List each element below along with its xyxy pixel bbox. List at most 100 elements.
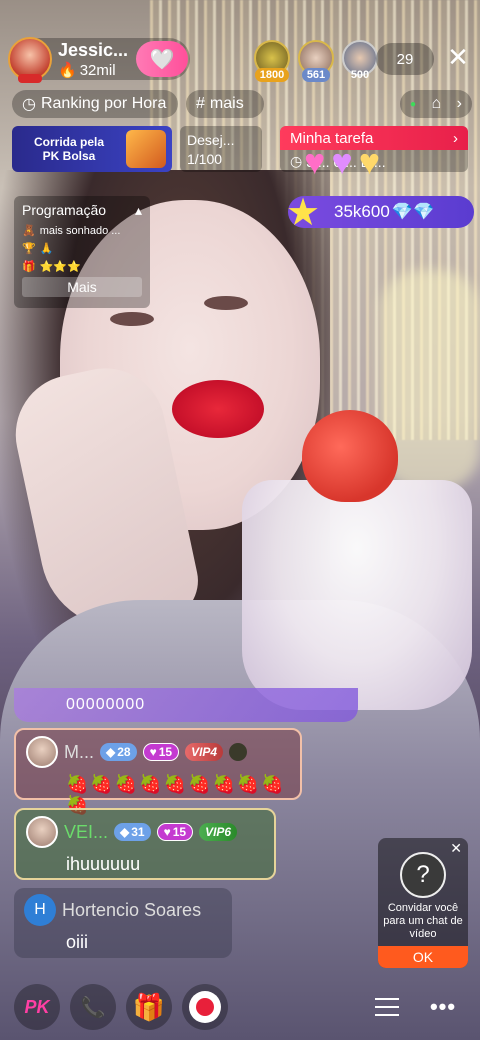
chat-username[interactable]: VEI... bbox=[64, 822, 108, 843]
hashtag-icon: # bbox=[196, 95, 205, 112]
chat-message[interactable]: H Hortencio Soares oiii bbox=[14, 888, 232, 958]
menu-icon bbox=[375, 998, 399, 1016]
vip-badge: VIP6 bbox=[199, 823, 238, 841]
home-button[interactable]: ● ⌂ › bbox=[400, 90, 472, 118]
avatar[interactable] bbox=[26, 736, 58, 768]
chat-message[interactable]: M... ◆ 28 ♥ 15 VIP4 🍓🍓🍓🍓🍓🍓🍓🍓🍓🍓 bbox=[14, 728, 302, 815]
invite-ok-button[interactable]: OK bbox=[378, 946, 468, 968]
typing-indicator: 00000000 bbox=[14, 688, 358, 722]
chat-message-header: VEI... ◆ 31 ♥ 15 VIP6 bbox=[26, 816, 264, 848]
wish-title: Desej... bbox=[187, 132, 235, 148]
video-chat-invite: ✕ ? Convidar você para um chat de vídeo … bbox=[378, 838, 468, 968]
record-icon bbox=[189, 991, 221, 1023]
yellow-heart-icon: ♥ bbox=[358, 141, 381, 182]
schedule-header[interactable]: Programação ▴ bbox=[22, 202, 142, 219]
streamer-eye-right bbox=[204, 296, 248, 310]
chevron-right-icon: › bbox=[456, 95, 462, 112]
heart-reactions: ♥ ♥ ♥ bbox=[304, 144, 380, 180]
vip-badge: VIP4 bbox=[185, 743, 224, 761]
schedule-title: Programação bbox=[22, 202, 107, 218]
fan-level-value: 15 bbox=[158, 745, 173, 759]
chat-message[interactable]: VEI... ◆ 31 ♥ 15 VIP6 ihuuuuuu bbox=[14, 808, 276, 880]
pk-icon: PK bbox=[24, 996, 50, 1017]
record-button[interactable] bbox=[182, 984, 228, 1030]
purple-heart-icon: ♥ bbox=[331, 141, 353, 182]
host-fans: 🔥 32mil bbox=[58, 63, 128, 78]
gift-icon: 🎁 bbox=[22, 261, 36, 273]
pk-race-banner[interactable]: Corrida pela PK Bolsa bbox=[12, 126, 172, 172]
stars-icon: ⭐⭐⭐ bbox=[39, 261, 81, 273]
flame-icon: 🔥 bbox=[58, 61, 77, 79]
close-icon[interactable]: ✕ bbox=[444, 44, 472, 72]
host-card[interactable]: Jessic... 🔥 32mil 🤍 bbox=[8, 37, 190, 83]
schedule-row: 🎁 ⭐⭐⭐ bbox=[22, 260, 142, 273]
top-viewers: 1800 561 500 bbox=[252, 40, 380, 82]
pk-bag-icon bbox=[126, 130, 166, 168]
tags-button[interactable]: # mais bbox=[186, 90, 264, 118]
pink-heart-icon: ♥ bbox=[304, 141, 326, 182]
more-icon: ••• bbox=[429, 994, 457, 1019]
host-fans-count: 32mil bbox=[79, 61, 116, 79]
chat-message-header: M... ◆ 28 ♥ 15 VIP4 bbox=[26, 736, 290, 768]
caret-up-icon: ▴ bbox=[134, 202, 142, 218]
schedule-row: 🏆 🙏 bbox=[22, 242, 142, 255]
more-button[interactable]: ••• bbox=[420, 984, 466, 1030]
follow-button[interactable]: 🤍 bbox=[136, 41, 188, 77]
viewer-avatar[interactable]: 561 bbox=[296, 40, 336, 82]
chat-message-header: H Hortencio Soares bbox=[24, 894, 222, 926]
strawberry bbox=[302, 410, 398, 502]
schedule-more-button[interactable]: Mais bbox=[22, 277, 142, 297]
clock-icon: ◷ bbox=[22, 96, 36, 113]
level-badge: ◆ 31 bbox=[114, 823, 151, 841]
teddy-icon: 🧸 bbox=[22, 225, 36, 237]
schedule-row: 🧸 mais sonhado ... bbox=[22, 224, 142, 238]
tags-label: mais bbox=[209, 95, 244, 112]
trophy-icon: 🏆 bbox=[22, 243, 36, 255]
level-value: 31 bbox=[131, 825, 145, 839]
chevron-right-icon: › bbox=[453, 129, 458, 147]
video-call-button[interactable]: 📞 bbox=[70, 984, 116, 1030]
ranking-button[interactable]: ◷ Ranking por Hora bbox=[12, 90, 178, 118]
close-icon[interactable]: ✕ bbox=[450, 840, 462, 857]
viewer-score: 500 bbox=[350, 69, 370, 81]
host-name: Jessic... bbox=[58, 39, 129, 60]
green-dot-icon: ● bbox=[410, 98, 417, 110]
coin-balance[interactable]: ★ 35k600 💎💎 bbox=[286, 192, 474, 234]
avatar[interactable]: H bbox=[24, 894, 56, 926]
fan-badge: ♥ 15 bbox=[156, 823, 194, 841]
chat-text: ihuuuuuu bbox=[66, 854, 141, 874]
streamer-eye-left bbox=[110, 312, 154, 326]
pray-icon: 🙏 bbox=[39, 243, 54, 255]
ranking-label: Ranking por Hora bbox=[40, 95, 167, 112]
avatar[interactable] bbox=[26, 816, 58, 848]
timer-icon: ◷ bbox=[290, 153, 303, 169]
menu-button[interactable] bbox=[364, 984, 410, 1030]
diamond-icon: 💎💎 bbox=[391, 202, 435, 221]
viewer-avatar[interactable]: 1800 bbox=[252, 40, 292, 82]
chat-username[interactable]: M... bbox=[64, 742, 94, 763]
host-avatar[interactable] bbox=[8, 37, 52, 83]
wish-card[interactable]: Desej... 1/100 bbox=[180, 126, 262, 172]
video-call-icon: 📞 bbox=[80, 996, 106, 1019]
medal-icon bbox=[229, 743, 248, 761]
fan-badge: ♥ 15 bbox=[142, 743, 180, 761]
streamer-lips bbox=[172, 380, 264, 438]
heart-wings-icon: 🤍 bbox=[149, 48, 175, 71]
pk-race-label: Corrida pela PK Bolsa bbox=[33, 135, 105, 163]
viewer-score: 561 bbox=[301, 68, 331, 82]
viewer-avatar[interactable]: 500 bbox=[340, 40, 380, 82]
chat-username[interactable]: Hortencio Soares bbox=[62, 900, 201, 921]
invite-avatar: ? bbox=[400, 852, 446, 898]
gift-button[interactable]: 🎁 bbox=[126, 984, 172, 1030]
viewer-score: 1800 bbox=[254, 68, 290, 82]
house-icon: ⌂ bbox=[431, 95, 442, 112]
chat-text: oiii bbox=[66, 932, 89, 952]
level-value: 28 bbox=[117, 745, 131, 759]
fan-level-value: 15 bbox=[172, 825, 187, 839]
schedule-row-text: mais sonhado ... bbox=[39, 224, 121, 237]
wish-progress: 1/100 bbox=[187, 151, 223, 167]
star-icon: ★ bbox=[286, 192, 321, 234]
viewer-count-button[interactable]: 29 bbox=[376, 43, 434, 75]
dessert-cup bbox=[242, 480, 472, 710]
pk-button[interactable]: PK bbox=[14, 984, 60, 1030]
